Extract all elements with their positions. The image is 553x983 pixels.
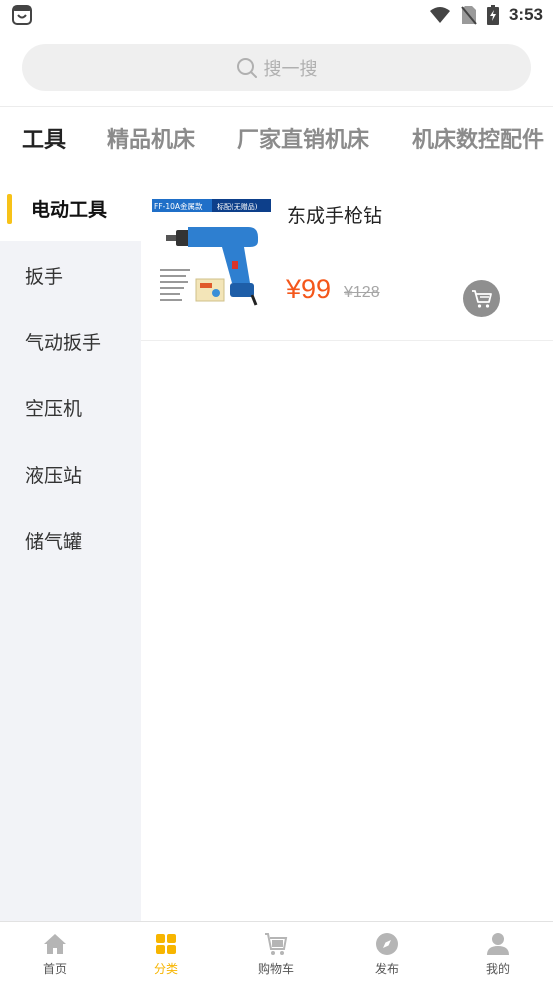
category-tabs: 工具 精品机床 厂家直销机床 机床数控配件 — [0, 107, 553, 167]
sidebar-item-wrench[interactable]: 扳手 — [0, 242, 141, 308]
tab-tools[interactable]: 工具 — [22, 122, 66, 154]
sidebar-item-label: 气动扳手 — [25, 331, 102, 354]
product-original-price: ¥128 — [344, 284, 380, 301]
category-icon — [156, 934, 176, 954]
nav-home[interactable]: 首页 — [0, 922, 110, 983]
sidebar-item-hydraulic-station[interactable]: 液压站 — [0, 441, 141, 507]
no-sim-icon — [461, 6, 477, 25]
search-placeholder: 搜一搜 — [263, 58, 318, 80]
product-image[interactable]: FF-10A金属款 标配(无赠品) — [152, 197, 271, 315]
sidebar: 电动工具 扳手 气动扳手 空压机 液压站 储气罐 — [0, 175, 141, 921]
image-banner-left: FF-10A金属款 — [154, 201, 203, 211]
cart-icon — [265, 933, 288, 955]
search-input[interactable]: 搜一搜 — [22, 44, 531, 91]
nav-profile[interactable]: 我的 — [443, 922, 553, 983]
nav-publish[interactable]: 发布 — [332, 922, 442, 983]
sidebar-item-label: 空压机 — [25, 397, 83, 420]
user-icon — [487, 933, 509, 955]
add-to-cart-button[interactable] — [463, 280, 500, 317]
bottom-nav: 首页 分类 购物车 发布 我的 — [0, 921, 553, 983]
sidebar-item-power-tools[interactable]: 电动工具 — [0, 175, 141, 241]
app-notification-icon — [12, 5, 32, 25]
nav-label: 分类 — [153, 962, 178, 976]
active-indicator — [7, 194, 12, 224]
sidebar-item-label: 电动工具 — [31, 198, 108, 221]
sidebar-item-label: 液压站 — [25, 464, 83, 487]
sidebar-item-air-tank[interactable]: 储气罐 — [0, 507, 141, 573]
clock: 3:53 — [508, 5, 543, 24]
tab-premium-machine-tools[interactable]: 精品机床 — [107, 122, 195, 154]
cart-icon — [471, 289, 492, 308]
sidebar-item-label: 扳手 — [25, 265, 64, 288]
nav-label: 我的 — [485, 962, 510, 976]
tab-factory-direct-machine-tools[interactable]: 厂家直销机床 — [237, 122, 369, 154]
nav-label: 购物车 — [257, 962, 294, 976]
sidebar-item-label: 储气罐 — [25, 530, 83, 553]
product-price: ¥99 — [286, 274, 332, 304]
battery-icon — [486, 5, 499, 25]
search-icon — [236, 57, 257, 78]
status-bar: 3:53 — [0, 0, 553, 32]
nav-cart[interactable]: 购物车 — [221, 922, 331, 983]
product-card[interactable]: FF-10A金属款 标配(无赠品) 东成手枪钻 ¥99 ¥128 — [141, 175, 553, 341]
home-icon — [44, 934, 66, 954]
wifi-icon — [429, 7, 450, 23]
image-banner-right: 标配(无赠品) — [217, 202, 258, 211]
sidebar-item-pneumatic-wrench[interactable]: 气动扳手 — [0, 308, 141, 374]
nav-category[interactable]: 分类 — [111, 922, 221, 983]
tab-cnc-parts[interactable]: 机床数控配件 — [412, 122, 544, 154]
compass-icon — [376, 933, 398, 955]
product-name[interactable]: 东成手枪钻 — [287, 201, 382, 228]
nav-label: 发布 — [374, 962, 399, 976]
nav-label: 首页 — [42, 962, 67, 976]
sidebar-item-air-compressor[interactable]: 空压机 — [0, 374, 141, 440]
